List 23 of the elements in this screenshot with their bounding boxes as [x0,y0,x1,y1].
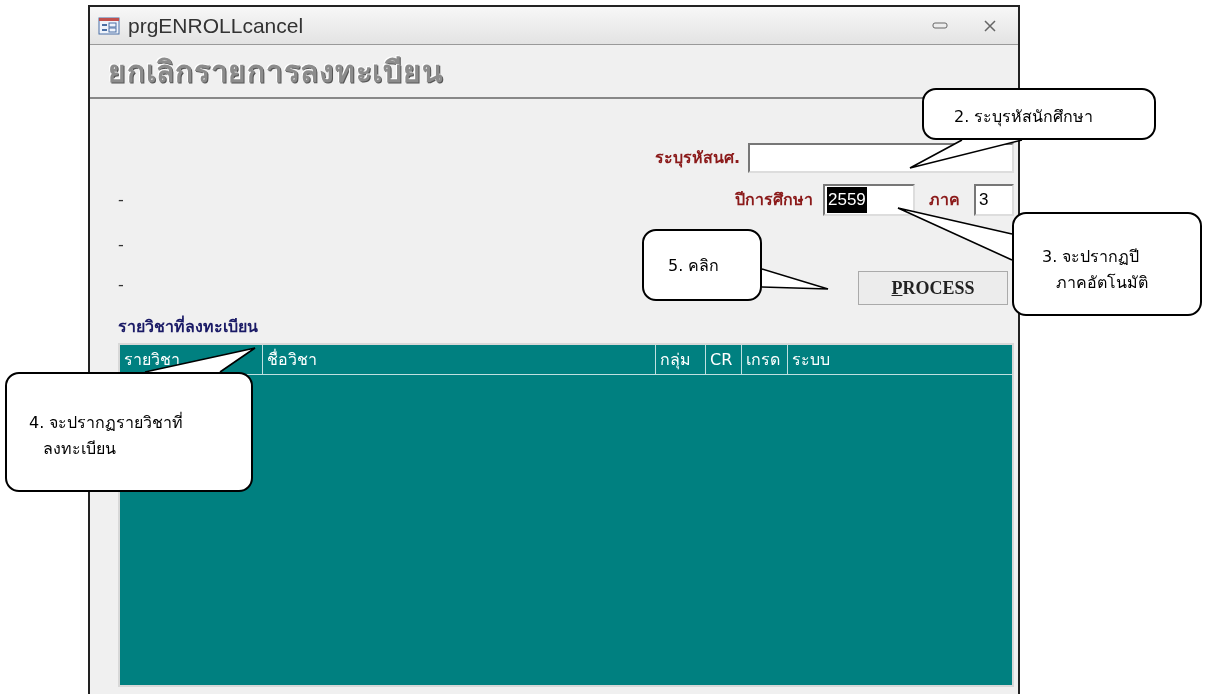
term-field[interactable]: 3 [974,184,1014,216]
info-dash: - [118,274,124,296]
column-header[interactable]: CR [705,345,741,374]
list-title: รายวิชาที่ลงทะเบียน [118,315,258,337]
minimize-icon [932,21,948,30]
column-header[interactable]: ชื่อวิชา [262,345,655,374]
student-id-label: ระบุรหัสนศ. [654,147,740,170]
form-heading: ยกเลิกรายการลงทะเบียน [108,52,444,91]
column-header[interactable]: กลุ่ม [655,345,705,374]
callout-bubble: 3. จะปรากฏปี ภาคอัตโนมัติ [1012,212,1202,316]
academic-year-label: ปีการศึกษา [735,189,813,211]
term-label: ภาค [929,189,960,211]
callout-bubble: 5. คลิก [642,229,762,301]
window-title: prgENROLLcancel [128,12,304,39]
callout-pointer [760,267,830,291]
form-icon [98,16,120,35]
info-dash: - [118,234,124,256]
info-dash: - [118,189,124,211]
column-header[interactable]: เกรด [741,345,787,374]
academic-year-field[interactable]: 2559 [823,184,915,216]
close-icon [983,18,997,33]
process-button[interactable]: PROCESS [858,271,1008,305]
column-header[interactable]: ระบบ [787,345,1012,374]
